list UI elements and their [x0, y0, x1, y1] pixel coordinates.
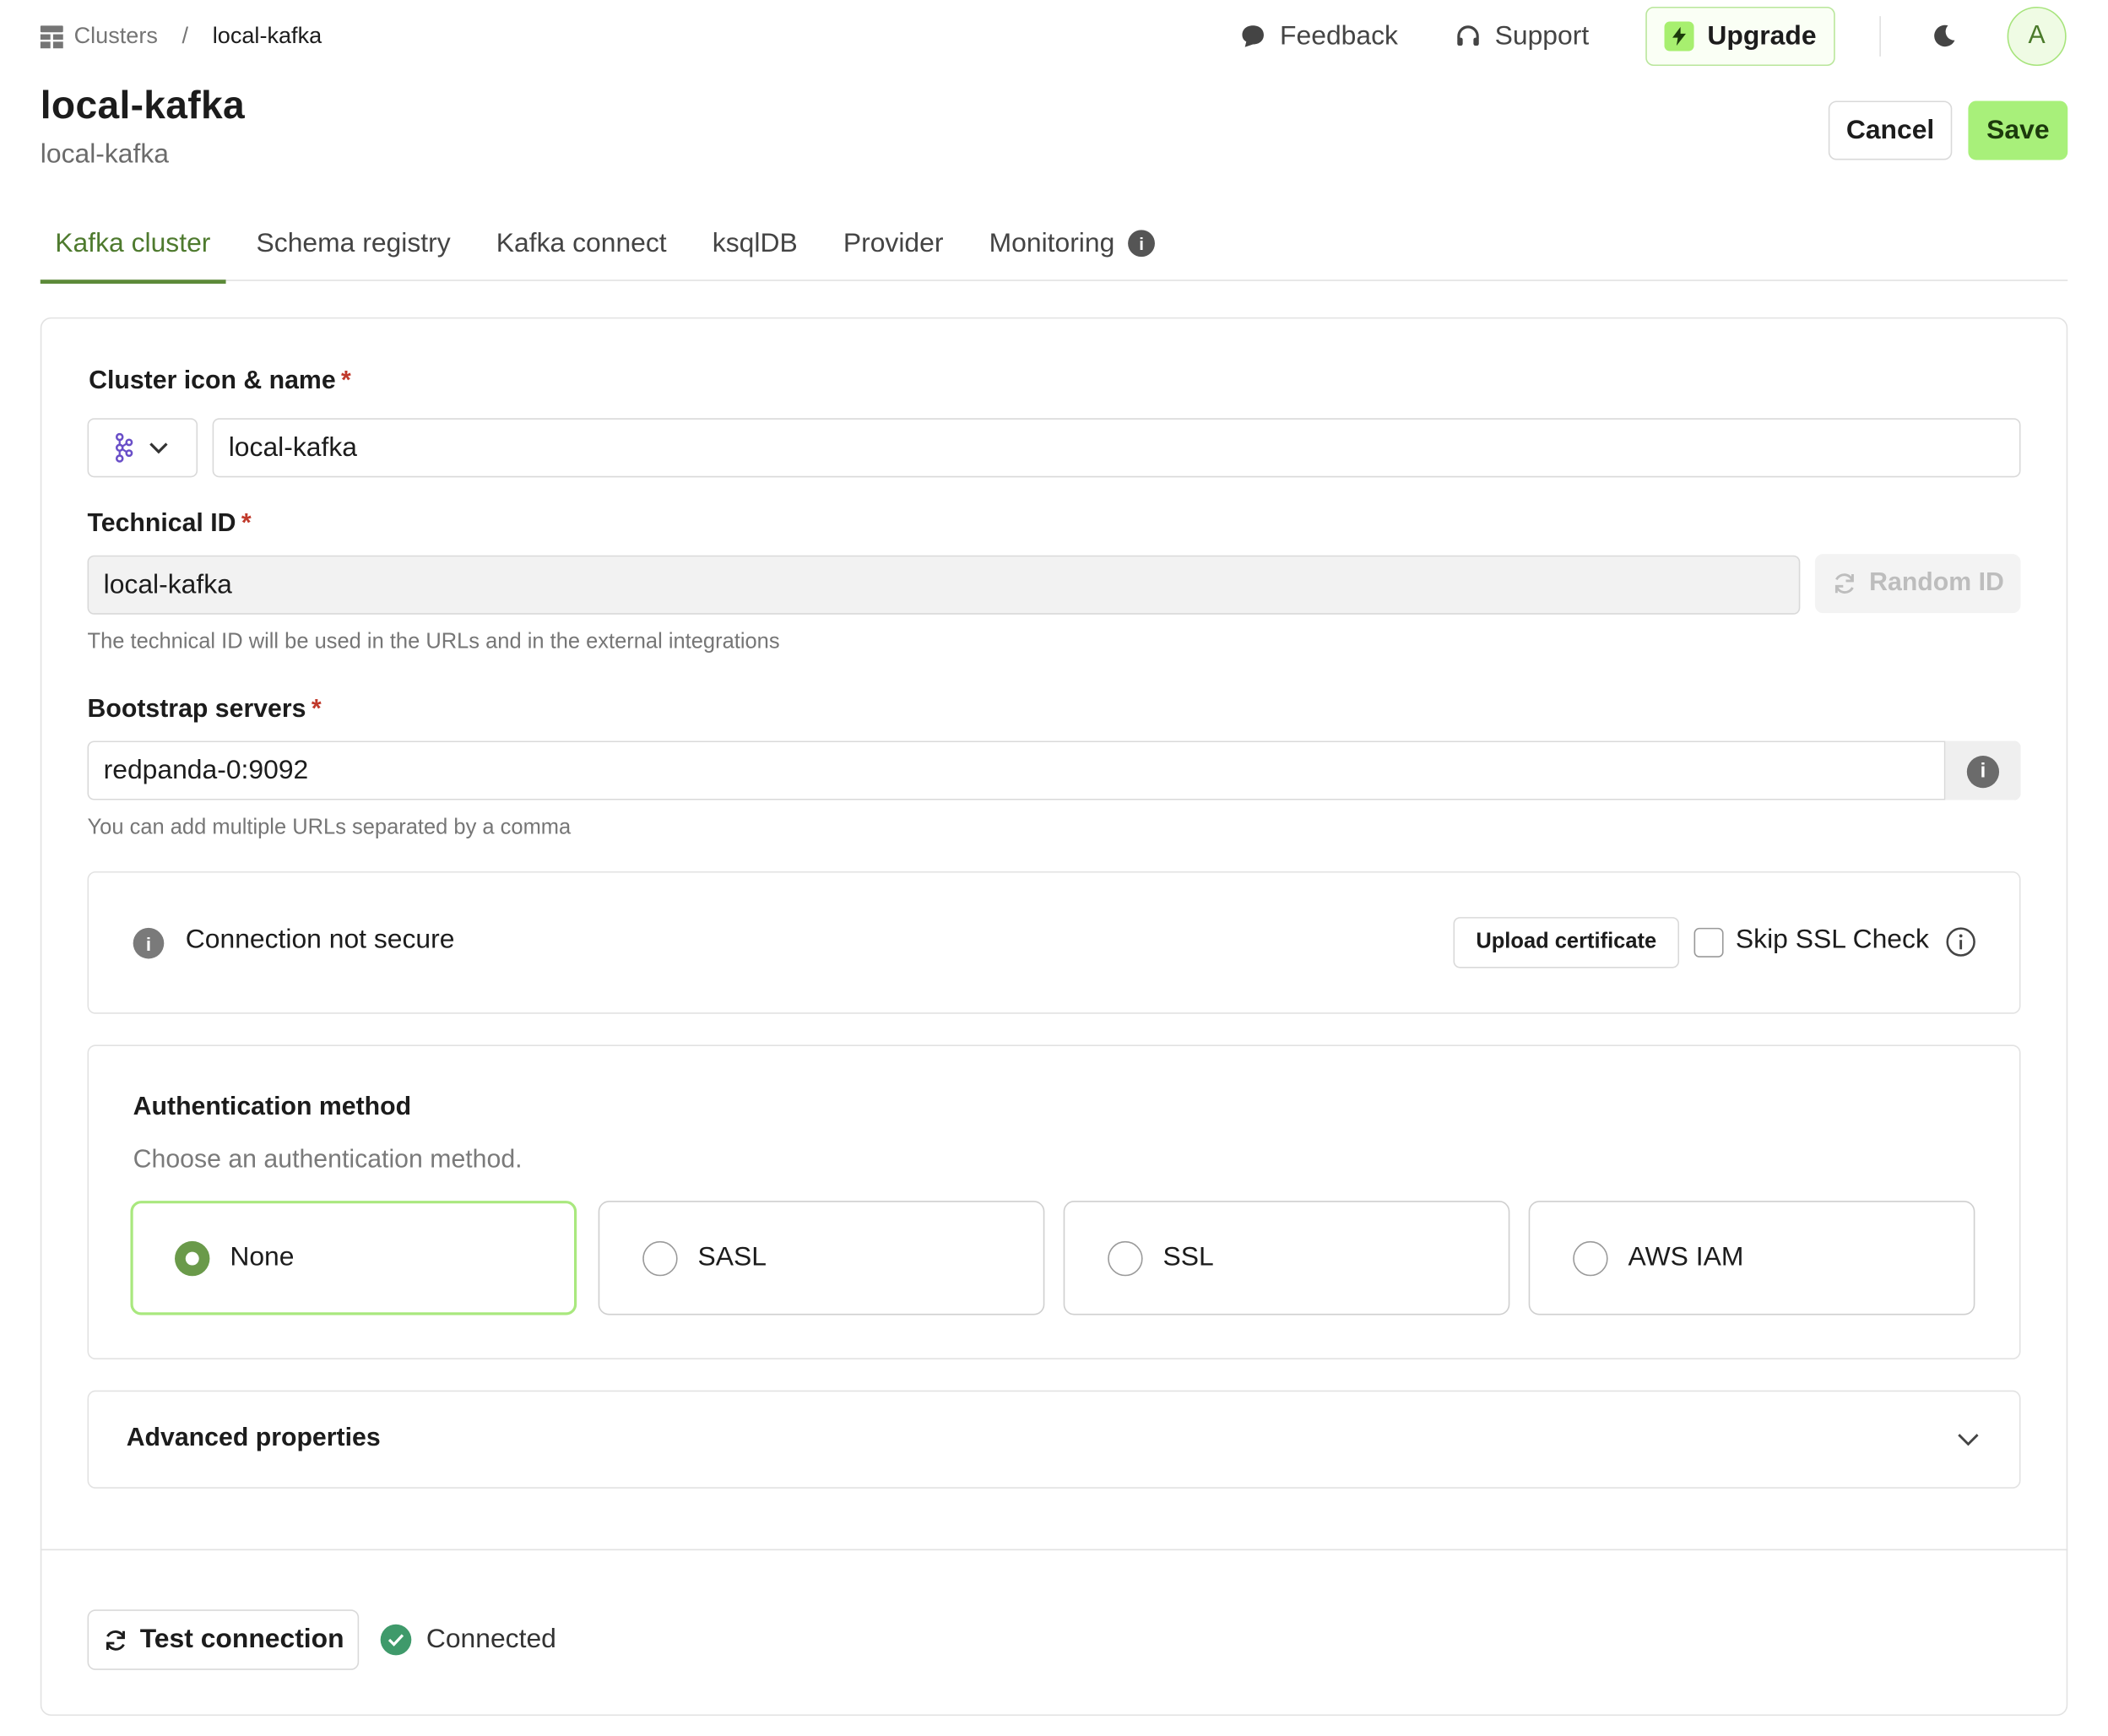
- bootstrap-servers-hint: You can add multiple URLs separated by a…: [87, 816, 572, 839]
- radio-selected: [175, 1240, 210, 1276]
- kafka-logo-icon: [113, 432, 134, 463]
- skip-ssl-label[interactable]: Skip SSL Check: [1736, 925, 1929, 957]
- tab-label: Monitoring: [989, 228, 1115, 258]
- tab-provider[interactable]: Provider: [828, 215, 958, 281]
- info-outline-icon[interactable]: [1945, 926, 1976, 958]
- bootstrap-servers-input[interactable]: redpanda-0:9092: [87, 741, 2021, 800]
- auth-option-label: AWS IAM: [1628, 1242, 1744, 1272]
- auth-option-sasl[interactable]: SASL: [598, 1201, 1045, 1316]
- support-link[interactable]: Support: [1455, 21, 1589, 52]
- refresh-icon: [102, 1626, 129, 1653]
- label-text: Bootstrap servers: [87, 695, 306, 724]
- moon-icon[interactable]: [1931, 23, 1958, 50]
- feedback-link[interactable]: Feedback: [1239, 21, 1398, 52]
- radio: [1108, 1240, 1143, 1276]
- info-icon: i: [1966, 755, 2000, 788]
- auth-method-description: Choose an authentication method.: [133, 1145, 523, 1175]
- random-id-button[interactable]: Random ID: [1814, 554, 2021, 614]
- tab-ksqldb[interactable]: ksqlDB: [697, 215, 812, 281]
- auth-method-title: Authentication method: [133, 1093, 412, 1122]
- tab-kafka-cluster[interactable]: Kafka cluster: [40, 215, 225, 284]
- auth-option-label: SASL: [697, 1242, 767, 1272]
- tab-label: Kafka cluster: [55, 228, 211, 258]
- required-marker: *: [311, 695, 322, 724]
- card-divider: [40, 1549, 2068, 1551]
- tab-label: ksqlDB: [712, 228, 798, 258]
- tab-label: Provider: [843, 228, 944, 258]
- check-circle-icon: [380, 1624, 412, 1656]
- test-connection-button[interactable]: Test connection: [87, 1609, 360, 1670]
- cancel-button[interactable]: Cancel: [1828, 100, 1953, 160]
- auth-option-none[interactable]: None: [130, 1201, 577, 1316]
- bootstrap-info-addon[interactable]: i: [1943, 741, 2021, 800]
- save-button[interactable]: Save: [1968, 100, 2068, 160]
- tab-schema-registry[interactable]: Schema registry: [241, 215, 465, 281]
- breadcrumb: Clusters / local-kafka: [40, 23, 322, 50]
- nav-divider: [1879, 16, 1881, 57]
- info-icon: i: [133, 927, 165, 959]
- cluster-icon-select[interactable]: [87, 418, 198, 478]
- cluster-name-label: Cluster icon & name *: [89, 367, 351, 397]
- tab-label: Kafka connect: [496, 228, 667, 258]
- chevron-down-icon: [148, 441, 169, 454]
- required-marker: *: [241, 509, 252, 538]
- avatar[interactable]: A: [2007, 6, 2067, 67]
- cluster-name-input[interactable]: local-kafka: [212, 418, 2021, 478]
- auth-option-ssl[interactable]: SSL: [1063, 1201, 1510, 1316]
- random-id-label: Random ID: [1869, 568, 2004, 598]
- top-navigation: Feedback Support: [1239, 8, 1589, 65]
- technical-id-label: Technical ID *: [88, 510, 252, 540]
- label-text: Cluster icon & name: [89, 366, 336, 396]
- skip-ssl-checkbox[interactable]: [1693, 927, 1724, 958]
- tab-monitoring[interactable]: Monitoring i: [974, 215, 1170, 281]
- breadcrumb-clusters-link[interactable]: Clusters: [74, 23, 158, 50]
- technical-id-hint: The technical ID will be used in the URL…: [87, 630, 780, 654]
- auth-option-label: SSL: [1162, 1242, 1214, 1272]
- grid-icon: [40, 24, 63, 48]
- connection-status-text: Connection not secure: [185, 925, 455, 955]
- auth-option-label: None: [230, 1242, 295, 1272]
- upgrade-label: Upgrade: [1707, 20, 1817, 51]
- upgrade-button[interactable]: Upgrade: [1645, 6, 1835, 67]
- breadcrumb-separator: /: [182, 23, 189, 49]
- refresh-icon: [1832, 570, 1859, 597]
- cluster-form-card: [40, 317, 2068, 1717]
- technical-id-input[interactable]: local-kafka: [87, 555, 1801, 615]
- info-icon[interactable]: i: [1128, 230, 1156, 258]
- advanced-properties-label: Advanced properties: [126, 1424, 381, 1452]
- connection-status: Connected: [425, 1624, 556, 1654]
- page-subtitle: local-kafka: [40, 139, 170, 170]
- support-label: Support: [1494, 20, 1590, 51]
- radio: [642, 1240, 678, 1276]
- lightning-icon: [1664, 21, 1694, 52]
- tab-label: Schema registry: [256, 228, 451, 258]
- chevron-down-icon[interactable]: [1956, 1430, 1981, 1446]
- bootstrap-servers-label: Bootstrap servers *: [88, 695, 322, 724]
- label-text: Technical ID: [87, 509, 236, 538]
- breadcrumb-current: local-kafka: [212, 23, 322, 49]
- tab-kafka-connect[interactable]: Kafka connect: [481, 215, 681, 281]
- test-connection-label: Test connection: [139, 1624, 344, 1654]
- upload-certificate-button[interactable]: Upload certificate: [1453, 917, 1680, 968]
- radio: [1573, 1240, 1608, 1276]
- feedback-label: Feedback: [1280, 20, 1398, 51]
- auth-option-aws-iam[interactable]: AWS IAM: [1528, 1201, 1975, 1316]
- chat-bubble-icon: [1239, 23, 1266, 50]
- headphones-icon: [1455, 23, 1482, 50]
- page-title: local-kafka: [40, 84, 246, 128]
- tab-bar: Kafka cluster Schema registry Kafka conn…: [40, 215, 2068, 284]
- required-marker: *: [341, 366, 351, 396]
